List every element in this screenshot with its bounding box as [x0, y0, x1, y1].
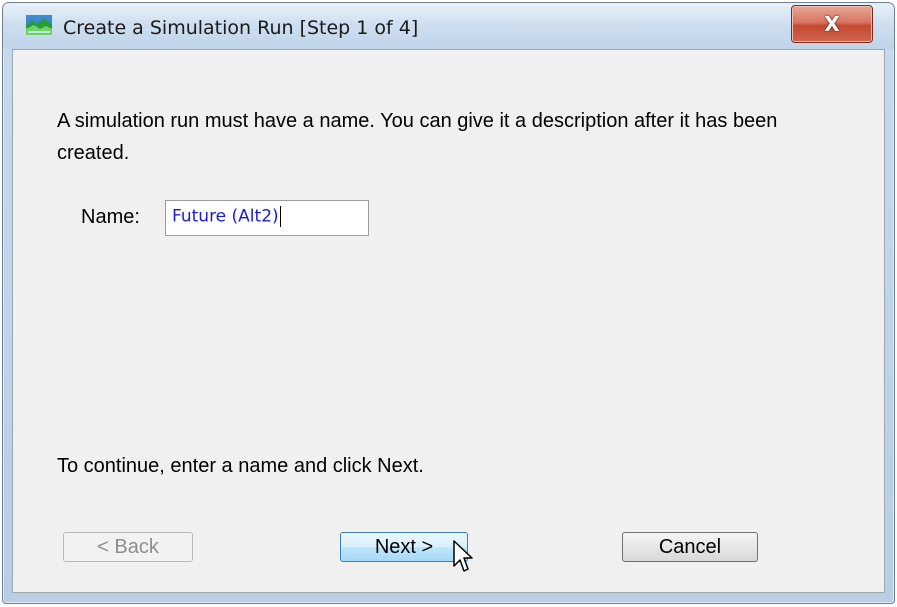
- next-button-label: Next >: [374, 535, 434, 558]
- back-button-label: < Back: [97, 535, 159, 558]
- dialog-content: A simulation run must have a name. You c…: [12, 49, 885, 593]
- cancel-button-label: Cancel: [658, 535, 722, 558]
- close-icon: X: [824, 12, 840, 36]
- app-icon: [26, 15, 52, 35]
- back-button[interactable]: < Back: [63, 532, 193, 562]
- dialog-window: Create a Simulation Run [Step 1 of 4] X …: [2, 2, 895, 604]
- text-caret: [279, 206, 281, 227]
- window-title: Create a Simulation Run [Step 1 of 4]: [63, 17, 419, 39]
- hint-text: To continue, enter a name and click Next…: [57, 455, 424, 477]
- close-button[interactable]: X: [791, 5, 873, 43]
- mouse-pointer-icon: [453, 540, 475, 574]
- cancel-button[interactable]: Cancel: [622, 532, 758, 562]
- description-text: A simulation run must have a name. You c…: [57, 110, 778, 164]
- next-button[interactable]: Next >: [340, 532, 468, 562]
- title-bar[interactable]: Create a Simulation Run [Step 1 of 4] X: [3, 3, 894, 49]
- name-input[interactable]: Future (Alt2): [165, 200, 369, 236]
- name-input-value: Future (Alt2): [172, 206, 279, 227]
- name-label: Name:: [81, 206, 140, 228]
